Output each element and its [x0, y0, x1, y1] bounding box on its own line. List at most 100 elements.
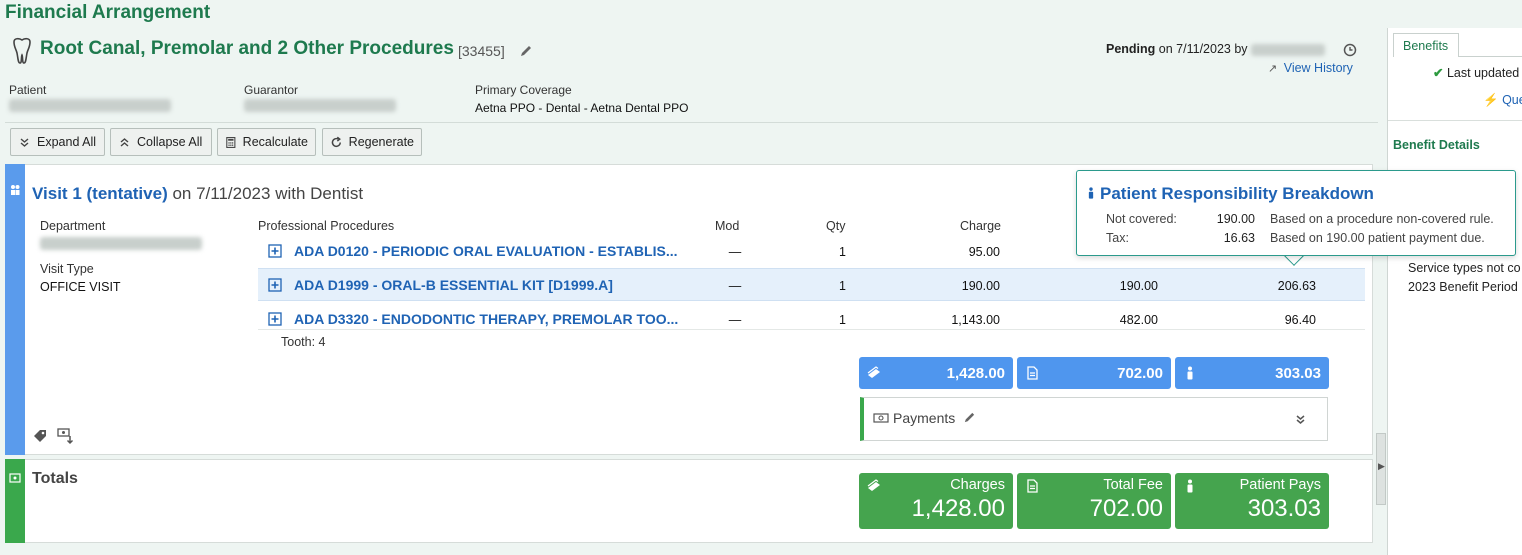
money-stack-icon	[867, 479, 880, 491]
recalculate-label: Recalculate	[242, 135, 308, 149]
double-chevron-down-icon	[20, 137, 29, 147]
visit-charges-value: 1,428.00	[946, 364, 1005, 382]
procedure-id: [33455]	[458, 43, 505, 59]
coverage-label: Primary Coverage	[475, 83, 572, 97]
payments-section[interactable]: Payments	[860, 397, 1328, 441]
status-line: Pending on 7/11/2023 by	[1106, 42, 1326, 56]
popover-row-note: Based on a procedure non-covered rule.	[1270, 212, 1494, 226]
row-fee: 482.00	[1119, 313, 1158, 327]
visit-type-value: OFFICE VISIT	[40, 280, 121, 294]
popover-row-value: 16.63	[1223, 231, 1255, 245]
visit-charges-tile: 1,428.00	[859, 357, 1013, 389]
pencil-icon[interactable]	[963, 411, 976, 424]
popover-row-note: Based on 190.00 patient payment due.	[1270, 231, 1485, 245]
total-fee-label: Total Fee	[1103, 477, 1163, 493]
patient-responsibility-popover: Patient Responsibility Breakdown Not cov…	[1076, 170, 1516, 256]
tag-icon[interactable]	[32, 428, 48, 444]
popover-row-label: Not covered:	[1106, 212, 1177, 226]
header-divider	[5, 122, 1378, 123]
row-charge: 95.00	[968, 245, 1000, 259]
cash-icon	[873, 413, 889, 423]
visit-fee-value: 702.00	[1117, 364, 1163, 382]
visit-title-link[interactable]: Visit 1 (tentative)	[32, 184, 168, 203]
total-patient-pays-tile: Patient Pays 303.03	[1175, 473, 1329, 529]
view-history-label[interactable]: View History	[1284, 61, 1353, 75]
popover-row-value: 190.00	[1216, 212, 1255, 226]
procedure-title: Root Canal, Premolar and 2 Other Procedu…	[40, 38, 454, 59]
benefit-details-heading: Benefit Details	[1393, 138, 1480, 152]
cash-icon	[9, 473, 21, 483]
totals-sidebar-bar	[5, 459, 25, 543]
payments-label: Payments	[893, 410, 956, 426]
last-updated-label: Last updated	[1446, 66, 1520, 80]
calculator-icon	[226, 136, 236, 148]
app-title: Financial Arrangement	[5, 2, 211, 23]
procedure-link[interactable]: ADA D0120 - PERIODIC ORAL EVALUATION - E…	[294, 243, 677, 259]
guarantor-name-redacted	[244, 99, 396, 112]
department-value-redacted	[40, 237, 202, 250]
person-group-icon	[11, 185, 20, 195]
expand-row-icon[interactable]	[268, 244, 282, 258]
expand-all-label: Expand All	[37, 135, 97, 149]
tooth-icon	[13, 37, 31, 64]
department-label: Department	[40, 219, 106, 233]
row-mod: —	[728, 279, 742, 293]
total-patient-pays-value: 303.03	[1247, 495, 1321, 522]
regenerate-label: Regenerate	[348, 135, 414, 149]
row-qty: 1	[839, 313, 846, 327]
query-link[interactable]: ⚡ Que	[1483, 93, 1522, 108]
collapse-all-label: Collapse All	[137, 135, 203, 149]
expand-row-icon[interactable]	[268, 278, 282, 292]
external-link-icon: ↗	[1268, 63, 1278, 75]
total-charges-tile: Charges 1,428.00	[859, 473, 1013, 529]
expand-all-button[interactable]: Expand All	[10, 128, 105, 156]
tooth-number: Tooth: 4	[281, 335, 326, 349]
row-patient-pays: 206.63	[1277, 279, 1316, 293]
last-updated: ✔ Last updated	[1433, 65, 1519, 80]
money-stack-icon	[867, 366, 880, 378]
chevron-right-icon: ▶	[1378, 461, 1385, 471]
column-charge: Charge	[960, 219, 1001, 233]
row-patient-pays: 96.40	[1284, 313, 1316, 327]
procedure-link[interactable]: ADA D3320 - ENDODONTIC THERAPY, PREMOLAR…	[294, 311, 678, 327]
patient-label: Patient	[9, 83, 47, 97]
status-user-redacted	[1251, 43, 1326, 56]
collapse-all-button[interactable]: Collapse All	[110, 128, 212, 156]
column-mod: Mod	[715, 219, 740, 233]
expand-row-icon[interactable]	[268, 312, 282, 326]
total-fee-value: 702.00	[1089, 495, 1163, 522]
tab-divider	[1459, 56, 1522, 57]
panel-divider	[1388, 120, 1522, 121]
benefit-line: 2023 Benefit Period	[1408, 280, 1518, 294]
guarantor-label: Guarantor	[244, 83, 299, 97]
document-icon	[1027, 366, 1038, 380]
row-qty: 1	[839, 245, 846, 259]
column-professional-procedures: Professional Procedures	[258, 219, 395, 233]
total-patient-pays-label: Patient Pays	[1239, 477, 1321, 493]
query-label[interactable]: Que	[1502, 93, 1522, 107]
tab-benefits[interactable]: Benefits	[1393, 33, 1459, 57]
refresh-icon	[331, 136, 341, 147]
visit-sidebar-bar	[5, 164, 25, 455]
visit-title: Visit 1 (tentative) on 7/11/2023 with De…	[32, 184, 363, 204]
panel-collapse-handle[interactable]: ▶	[1376, 433, 1386, 505]
coverage-value: Aetna PPO - Dental - Aetna Dental PPO	[475, 101, 689, 115]
payment-download-icon[interactable]	[57, 427, 75, 445]
total-charges-label: Charges	[950, 477, 1005, 493]
popover-row-label: Tax:	[1106, 231, 1129, 245]
pencil-icon[interactable]	[519, 44, 533, 58]
recalculate-button[interactable]: Recalculate	[217, 128, 316, 156]
total-fee-tile: Total Fee 702.00	[1017, 473, 1171, 529]
view-history-link[interactable]: ↗ View History	[1268, 61, 1353, 75]
popover-title: Patient Responsibility Breakdown	[1100, 184, 1374, 203]
double-chevron-down-icon[interactable]	[1294, 413, 1307, 426]
row-mod: —	[728, 245, 742, 259]
row-charge: 1,143.00	[951, 313, 1000, 327]
procedure-link[interactable]: ADA D1999 - ORAL-B ESSENTIAL KIT [D1999.…	[294, 277, 613, 293]
visit-patient-pays-value: 303.03	[1275, 364, 1321, 382]
benefit-line: Service types not co	[1408, 261, 1521, 275]
visit-patient-pays-tile: 303.03	[1175, 357, 1329, 389]
person-icon	[1187, 479, 1193, 493]
regenerate-button[interactable]: Regenerate	[322, 128, 422, 156]
row-charge: 190.00	[961, 279, 1000, 293]
